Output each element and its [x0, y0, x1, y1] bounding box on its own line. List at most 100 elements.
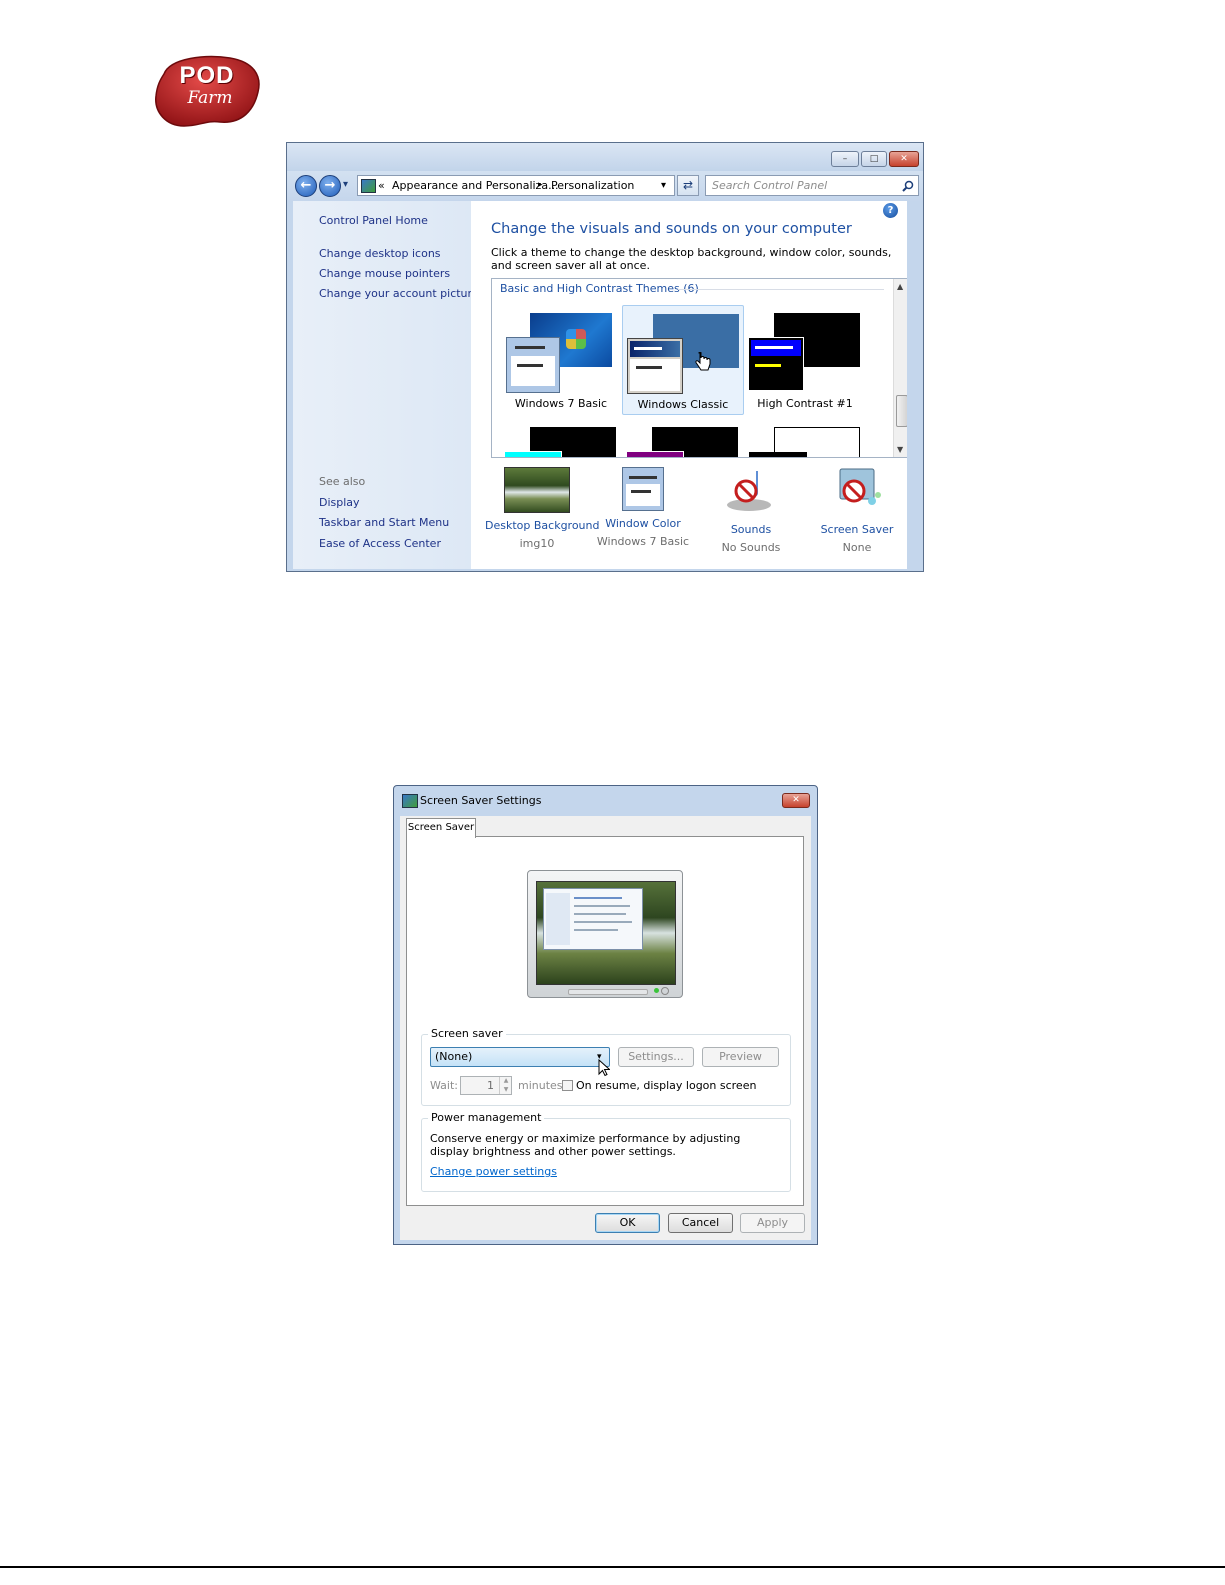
arrow-cursor-icon — [598, 1059, 610, 1077]
screen-saver-value: None — [842, 541, 872, 554]
breadcrumb-arrow-icon[interactable]: ▸ — [538, 176, 543, 195]
selected-screen-saver: (None) — [435, 1050, 473, 1063]
screen-saver-link[interactable]: Screen Saver — [805, 523, 909, 536]
screen-saver-setting[interactable]: Screen Saver None — [805, 467, 909, 554]
minutes-label: minutes — [518, 1079, 563, 1092]
theme-label: Windows Classic — [637, 398, 729, 411]
title-bar: – □ ✕ — [287, 143, 923, 171]
sounds-value: No Sounds — [721, 541, 781, 554]
address-bar[interactable]: « Appearance and Personaliza... ▸ Person… — [357, 175, 675, 196]
control-panel-home-link[interactable]: Control Panel Home — [319, 214, 428, 227]
wait-minutes-stepper[interactable]: 1 ▲ ▼ — [460, 1076, 512, 1095]
monitor-stand-slot — [568, 989, 648, 995]
sounds-link[interactable]: Sounds — [699, 523, 803, 536]
tab-screen-saver[interactable]: Screen Saver — [406, 818, 476, 838]
theme-label: Windows 7 Basic — [514, 397, 608, 410]
hand-cursor-icon — [695, 352, 711, 371]
screen-saver-settings-dialog: Screen Saver Settings ✕ Screen saver (No… — [393, 785, 818, 1245]
change-mouse-pointers-link[interactable]: Change mouse pointers — [319, 267, 450, 280]
power-management-label: Power management — [428, 1111, 545, 1124]
ok-button[interactable]: OK — [595, 1213, 660, 1233]
desktop-background-link[interactable]: Desktop Background — [485, 519, 600, 532]
wait-value: 1 — [487, 1079, 494, 1092]
breadcrumb-personalization[interactable]: Personalization — [551, 176, 634, 195]
preview-button[interactable]: Preview — [702, 1047, 779, 1067]
control-panel-icon — [361, 179, 376, 193]
waterfall-thumbnail-icon — [504, 467, 570, 513]
breadcrumb-appearance[interactable]: Appearance and Personaliza... — [392, 176, 559, 195]
monitor-preview — [527, 870, 683, 998]
close-button[interactable]: ✕ — [889, 151, 919, 167]
theme-high-contrast-white-preview[interactable] — [749, 427, 860, 457]
change-power-settings-link[interactable]: Change power settings — [430, 1165, 557, 1178]
dialog-title: Screen Saver Settings — [420, 794, 542, 807]
window-color-value: Windows 7 Basic — [596, 535, 690, 548]
left-navigation-pane: Control Panel Home Change desktop icons … — [293, 201, 479, 569]
page-heading: Change the visuals and sounds on your co… — [491, 221, 852, 237]
stepper-down-icon[interactable]: ▼ — [499, 1085, 512, 1094]
window-preview — [748, 337, 804, 391]
power-description: Conserve energy or maximize performance … — [430, 1132, 741, 1158]
themes-group-header: Basic and High Contrast Themes (6) — [500, 282, 699, 295]
preview-window — [543, 888, 643, 950]
page-footer-rule — [0, 1566, 1225, 1568]
apply-button[interactable]: Apply — [740, 1213, 805, 1233]
theme-label: High Contrast #1 — [757, 397, 853, 410]
sounds-icon — [727, 471, 771, 511]
maximize-button[interactable]: □ — [861, 151, 887, 167]
personalization-window: – □ ✕ ← → ▾ « Appearance and Personaliza… — [286, 142, 924, 572]
themes-list: Basic and High Contrast Themes (6) Windo… — [491, 278, 909, 458]
window-color-icon — [622, 467, 664, 511]
back-button[interactable]: ← — [295, 175, 317, 197]
sounds-setting[interactable]: Sounds No Sounds — [699, 467, 803, 554]
tab-panel: Screen saver (None) ▾ Settings... Previe… — [406, 836, 804, 1206]
search-input[interactable]: Search Control Panel — [705, 175, 919, 196]
screen-saver-app-icon — [402, 794, 418, 808]
screen-saver-icon — [839, 468, 881, 505]
theme-high-contrast-2-preview[interactable] — [504, 427, 616, 457]
help-icon[interactable]: ? — [883, 203, 898, 218]
window-color-setting[interactable]: Window Color Windows 7 Basic — [591, 467, 695, 548]
taskbar-start-menu-link[interactable]: Taskbar and Start Menu — [319, 516, 449, 529]
breadcrumb-separator: « — [378, 179, 385, 192]
screen-saver-group: Screen saver (None) ▾ Settings... Previe… — [421, 1027, 791, 1106]
resume-logon-label: On resume, display logon screen — [576, 1079, 757, 1092]
pod-farm-logo: POD Farm — [150, 52, 262, 128]
recent-pages-icon[interactable]: ▾ — [343, 179, 348, 190]
search-placeholder: Search Control Panel — [712, 179, 828, 192]
theme-windows-7-basic[interactable]: Windows 7 Basic — [500, 305, 622, 415]
dialog-title-bar: Screen Saver Settings ✕ — [394, 786, 817, 814]
desktop-background-value: img10 — [519, 537, 555, 550]
resume-logon-checkbox[interactable] — [562, 1080, 573, 1091]
dialog-body: Screen saver (None) ▾ Settings... Previe… — [400, 816, 811, 1240]
dialog-close-button[interactable]: ✕ — [782, 793, 810, 808]
ease-of-access-link[interactable]: Ease of Access Center — [319, 537, 441, 550]
theme-high-contrast-1[interactable]: High Contrast #1 — [744, 305, 866, 415]
window-color-link[interactable]: Window Color — [591, 517, 695, 530]
display-link[interactable]: Display — [319, 496, 360, 509]
search-icon[interactable] — [902, 180, 914, 192]
screen-saver-select[interactable]: (None) ▾ — [430, 1047, 610, 1067]
window-preview — [506, 337, 560, 393]
address-dropdown-icon[interactable]: ▾ — [661, 176, 666, 195]
forward-button[interactable]: → — [319, 175, 341, 197]
change-account-picture-link[interactable]: Change your account picture — [319, 287, 479, 300]
change-desktop-icons-link[interactable]: Change desktop icons — [319, 247, 441, 260]
desktop-background-setting[interactable]: Desktop Background img10 — [485, 467, 600, 550]
scroll-up-icon[interactable]: ▲ — [897, 282, 903, 291]
refresh-icon[interactable]: ⇄ — [677, 175, 699, 196]
stepper-up-icon[interactable]: ▲ — [499, 1077, 512, 1085]
monitor-power-button-icon — [661, 987, 669, 995]
cancel-button[interactable]: Cancel — [668, 1213, 733, 1233]
main-content-pane: ? Change the visuals and sounds on your … — [471, 201, 909, 569]
theme-high-contrast-black-preview[interactable] — [626, 427, 738, 457]
settings-button[interactable]: Settings... — [618, 1047, 694, 1067]
screen-saver-group-label: Screen saver — [428, 1027, 506, 1040]
theme-windows-classic[interactable]: Windows Classic — [622, 305, 744, 415]
window-preview — [627, 338, 683, 394]
themes-header-divider — [678, 289, 884, 290]
wait-label: Wait: — [430, 1079, 458, 1092]
scroll-down-icon[interactable]: ▼ — [897, 445, 903, 454]
preview-screen — [536, 881, 676, 985]
minimize-button[interactable]: – — [831, 151, 859, 167]
